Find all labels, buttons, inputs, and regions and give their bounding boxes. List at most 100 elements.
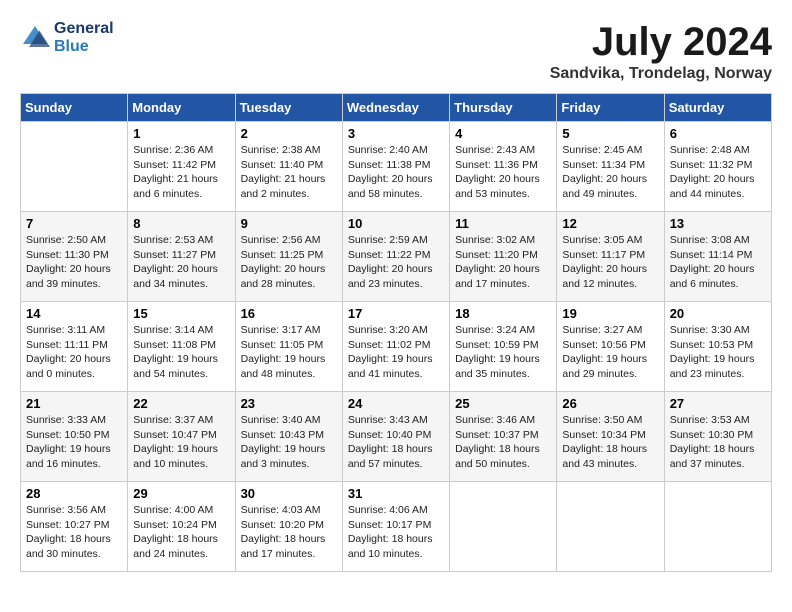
day-number: 9: [241, 216, 337, 231]
day-number: 7: [26, 216, 122, 231]
day-info: Sunrise: 3:05 AMSunset: 11:17 PMDaylight…: [562, 233, 658, 292]
day-number: 12: [562, 216, 658, 231]
calendar-cell: 10Sunrise: 2:59 AMSunset: 11:22 PMDaylig…: [342, 212, 449, 302]
day-number: 23: [241, 396, 337, 411]
day-info: Sunrise: 2:38 AMSunset: 11:40 PMDaylight…: [241, 143, 337, 202]
calendar-cell: 23 Sunrise: 3:40 AMSunset: 10:43 PMDaylig…: [235, 392, 342, 482]
month-title: July 2024: [550, 20, 772, 65]
header-day-friday: Friday: [557, 94, 664, 122]
day-info: Sunrise: 2:48 AMSunset: 11:32 PMDaylight…: [670, 143, 766, 202]
day-number: 16: [241, 306, 337, 321]
calendar-cell: 18 Sunrise: 3:24 AMSunset: 10:59 PMDaylig…: [450, 302, 557, 392]
calendar-cell: 4 Sunrise: 2:43 AMSunset: 11:36 PMDayligh…: [450, 122, 557, 212]
day-info: Sunrise: 3:11 AMSunset: 11:11 PMDaylight…: [26, 323, 122, 382]
day-info: Sunrise: 3:17 AMSunset: 11:05 PMDaylight…: [241, 323, 337, 382]
header-day-tuesday: Tuesday: [235, 94, 342, 122]
day-number: 6: [670, 126, 766, 141]
week-row-2: 7 Sunrise: 2:50 AMSunset: 11:30 PMDayligh…: [21, 212, 772, 302]
calendar-cell: 26 Sunrise: 3:50 AMSunset: 10:34 PMDaylig…: [557, 392, 664, 482]
day-info: Sunrise: 2:45 AMSunset: 11:34 PMDaylight…: [562, 143, 658, 202]
day-number: 18: [455, 306, 551, 321]
logo: General Blue: [20, 20, 114, 55]
calendar-cell: 8 Sunrise: 2:53 AMSunset: 11:27 PMDayligh…: [128, 212, 235, 302]
day-info: Sunrise: 3:24 AMSunset: 10:59 PMDaylight…: [455, 323, 551, 382]
day-info: Sunrise: 2:43 AMSunset: 11:36 PMDaylight…: [455, 143, 551, 202]
calendar-cell: 22 Sunrise: 3:37 AMSunset: 10:47 PMDaylig…: [128, 392, 235, 482]
calendar-cell: [21, 122, 128, 212]
day-info: Sunrise: 3:37 AMSunset: 10:47 PMDaylight…: [133, 413, 229, 472]
calendar-cell: 31 Sunrise: 4:06 AMSunset: 10:17 PMDaylig…: [342, 482, 449, 572]
calendar-cell: 13 Sunrise: 3:08 AMSunset: 11:14 PMDaylig…: [664, 212, 771, 302]
calendar-cell: 20Sunrise: 3:30 AMSunset: 10:53 PMDaylig…: [664, 302, 771, 392]
calendar-cell: 12 Sunrise: 3:05 AMSunset: 11:17 PMDaylig…: [557, 212, 664, 302]
week-row-3: 14 Sunrise: 3:11 AMSunset: 11:11 PMDaylig…: [21, 302, 772, 392]
header-day-monday: Monday: [128, 94, 235, 122]
location: Sandvika, Trondelag, Norway: [550, 65, 772, 83]
day-info: Sunrise: 2:56 AMSunset: 11:25 PMDaylight…: [241, 233, 337, 292]
calendar-cell: 21 Sunrise: 3:33 AMSunset: 10:50 PMDaylig…: [21, 392, 128, 482]
day-info: Sunrise: 2:53 AMSunset: 11:27 PMDaylight…: [133, 233, 229, 292]
header-day-thursday: Thursday: [450, 94, 557, 122]
week-row-1: 1Sunrise: 2:36 AMSunset: 11:42 PMDayligh…: [21, 122, 772, 212]
day-info: Sunrise: 3:56 AMSunset: 10:27 PMDaylight…: [26, 503, 122, 562]
day-number: 24: [348, 396, 444, 411]
day-info: Sunrise: 3:08 AMSunset: 11:14 PMDaylight…: [670, 233, 766, 292]
day-number: 13: [670, 216, 766, 231]
day-info: Sunrise: 3:50 AMSunset: 10:34 PMDaylight…: [562, 413, 658, 472]
day-number: 26: [562, 396, 658, 411]
calendar-cell: 28 Sunrise: 3:56 AMSunset: 10:27 PMDaylig…: [21, 482, 128, 572]
calendar-cell: 7 Sunrise: 2:50 AMSunset: 11:30 PMDayligh…: [21, 212, 128, 302]
logo-text: General Blue: [54, 20, 114, 55]
logo-icon: [20, 23, 50, 53]
day-info: Sunrise: 3:40 AMSunset: 10:43 PMDaylight…: [241, 413, 337, 472]
calendar-cell: [450, 482, 557, 572]
week-row-5: 28 Sunrise: 3:56 AMSunset: 10:27 PMDaylig…: [21, 482, 772, 572]
calendar-cell: 24 Sunrise: 3:43 AMSunset: 10:40 PMDaylig…: [342, 392, 449, 482]
day-info: Sunrise: 2:50 AMSunset: 11:30 PMDaylight…: [26, 233, 122, 292]
calendar-cell: 19Sunrise: 3:27 AMSunset: 10:56 PMDaylig…: [557, 302, 664, 392]
calendar-body: 1Sunrise: 2:36 AMSunset: 11:42 PMDayligh…: [21, 122, 772, 572]
day-info: Sunrise: 2:36 AMSunset: 11:42 PMDaylight…: [133, 143, 229, 202]
calendar-cell: 5 Sunrise: 2:45 AMSunset: 11:34 PMDayligh…: [557, 122, 664, 212]
day-info: Sunrise: 4:06 AMSunset: 10:17 PMDaylight…: [348, 503, 444, 562]
day-number: 31: [348, 486, 444, 501]
day-number: 11: [455, 216, 551, 231]
day-number: 30: [241, 486, 337, 501]
day-number: 4: [455, 126, 551, 141]
header: General Blue July 2024 Sandvika, Trondel…: [20, 20, 772, 83]
calendar-cell: 27 Sunrise: 3:53 AMSunset: 10:30 PMDaylig…: [664, 392, 771, 482]
day-number: 28: [26, 486, 122, 501]
day-number: 14: [26, 306, 122, 321]
day-number: 22: [133, 396, 229, 411]
day-number: 27: [670, 396, 766, 411]
day-info: Sunrise: 3:27 AMSunset: 10:56 PMDaylight…: [562, 323, 658, 382]
calendar-cell: 3 Sunrise: 2:40 AMSunset: 11:38 PMDayligh…: [342, 122, 449, 212]
day-number: 3: [348, 126, 444, 141]
calendar-cell: 1Sunrise: 2:36 AMSunset: 11:42 PMDayligh…: [128, 122, 235, 212]
header-day-saturday: Saturday: [664, 94, 771, 122]
calendar-cell: 29Sunrise: 4:00 AMSunset: 10:24 PMDaylig…: [128, 482, 235, 572]
day-info: Sunrise: 2:40 AMSunset: 11:38 PMDaylight…: [348, 143, 444, 202]
calendar-cell: 6 Sunrise: 2:48 AMSunset: 11:32 PMDayligh…: [664, 122, 771, 212]
calendar-cell: [557, 482, 664, 572]
calendar-cell: 2Sunrise: 2:38 AMSunset: 11:40 PMDayligh…: [235, 122, 342, 212]
day-number: 8: [133, 216, 229, 231]
day-info: Sunrise: 3:43 AMSunset: 10:40 PMDaylight…: [348, 413, 444, 472]
calendar-header: SundayMondayTuesdayWednesdayThursdayFrid…: [21, 94, 772, 122]
day-number: 5: [562, 126, 658, 141]
day-info: Sunrise: 3:53 AMSunset: 10:30 PMDaylight…: [670, 413, 766, 472]
calendar-cell: [664, 482, 771, 572]
calendar-cell: 14 Sunrise: 3:11 AMSunset: 11:11 PMDaylig…: [21, 302, 128, 392]
day-number: 20: [670, 306, 766, 321]
day-info: Sunrise: 3:33 AMSunset: 10:50 PMDaylight…: [26, 413, 122, 472]
day-info: Sunrise: 4:00 AMSunset: 10:24 PMDaylight…: [133, 503, 229, 562]
day-info: Sunrise: 4:03 AMSunset: 10:20 PMDaylight…: [241, 503, 337, 562]
calendar-cell: 16 Sunrise: 3:17 AMSunset: 11:05 PMDaylig…: [235, 302, 342, 392]
calendar-cell: 9 Sunrise: 2:56 AMSunset: 11:25 PMDayligh…: [235, 212, 342, 302]
day-number: 21: [26, 396, 122, 411]
title-area: July 2024 Sandvika, Trondelag, Norway: [550, 20, 772, 83]
day-number: 25: [455, 396, 551, 411]
calendar-cell: 11Sunrise: 3:02 AMSunset: 11:20 PMDaylig…: [450, 212, 557, 302]
header-day-wednesday: Wednesday: [342, 94, 449, 122]
week-row-4: 21 Sunrise: 3:33 AMSunset: 10:50 PMDaylig…: [21, 392, 772, 482]
